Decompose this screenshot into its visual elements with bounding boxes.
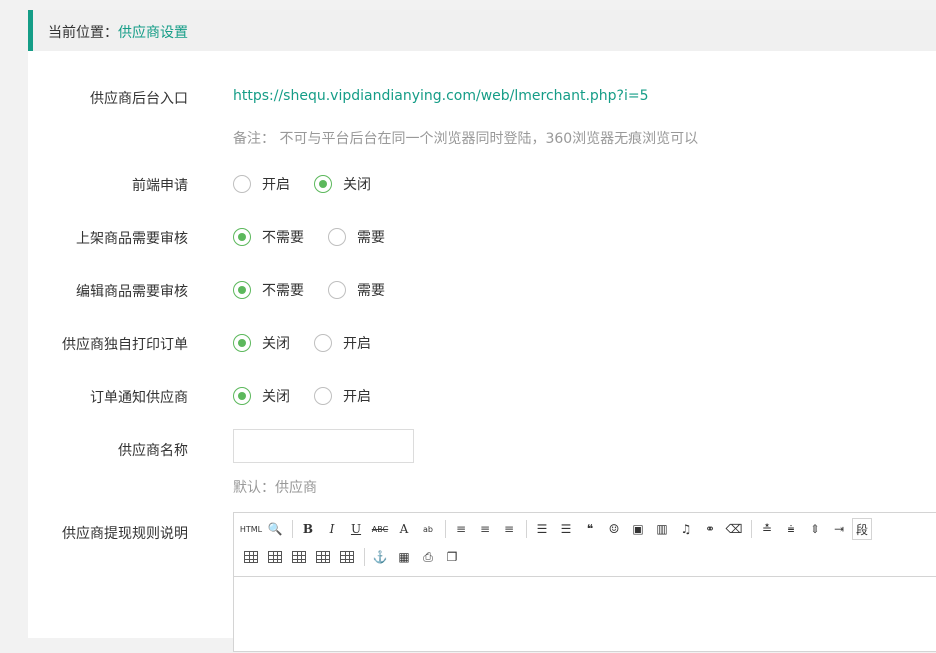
table-split-icon[interactable] bbox=[336, 546, 358, 568]
frontend-apply-radios: 开启 关闭 bbox=[233, 174, 395, 194]
toolbar-divider bbox=[526, 520, 527, 538]
table-row-icon[interactable] bbox=[264, 546, 286, 568]
independent-print-close[interactable]: 关闭 bbox=[233, 333, 290, 353]
radio-label: 需要 bbox=[357, 230, 385, 246]
listing-review-label: 上架商品需要审核 bbox=[76, 231, 188, 247]
radio-label: 关闭 bbox=[262, 389, 290, 405]
edit-review-label: 编辑商品需要审核 bbox=[76, 284, 188, 300]
line-height-icon[interactable]: ⇕ bbox=[804, 518, 826, 540]
settings-form: 供应商后台入口 https://shequ.vipdiandianying.co… bbox=[28, 51, 936, 652]
radio-circle-checked[interactable] bbox=[233, 387, 251, 405]
order-notify-label: 订单通知供应商 bbox=[90, 390, 188, 406]
editor-toolbar: HTML 🔍 B I U ABC A ab ≡ ≡ ≡ ☰ ☰ ❝ ☺ ▣ ▥ bbox=[234, 513, 936, 577]
edit-review-no[interactable]: 不需要 bbox=[233, 280, 304, 300]
radio-circle[interactable] bbox=[314, 387, 332, 405]
entry-note: 备注： 不可与平台后台在同一个浏览器同时登陆，360浏览器无痕浏览可以 bbox=[233, 131, 699, 147]
preview-doc-icon[interactable]: ❐ bbox=[441, 546, 463, 568]
paragraph-format-button[interactable]: 段 bbox=[852, 518, 872, 540]
table-insert-icon[interactable] bbox=[240, 546, 262, 568]
independent-print-open[interactable]: 开启 bbox=[314, 333, 371, 353]
rich-text-editor: HTML 🔍 B I U ABC A ab ≡ ≡ ≡ ☰ ☰ ❝ ☺ ▣ ▥ bbox=[233, 512, 936, 652]
radio-label: 不需要 bbox=[262, 283, 304, 299]
independent-print-radios: 关闭 开启 bbox=[233, 333, 395, 353]
radio-circle-checked[interactable] bbox=[233, 334, 251, 352]
italic-button[interactable]: I bbox=[321, 518, 343, 540]
highlight-button[interactable]: ab bbox=[417, 518, 439, 540]
order-notify-radios: 关闭 开启 bbox=[233, 386, 395, 406]
radio-circle-checked[interactable] bbox=[233, 281, 251, 299]
listing-review-no[interactable]: 不需要 bbox=[233, 227, 304, 247]
entry-url-link[interactable]: https://shequ.vipdiandianying.com/web/lm… bbox=[233, 88, 649, 104]
withdraw-rules-label: 供应商提现规则说明 bbox=[62, 526, 188, 542]
supplier-name-label: 供应商名称 bbox=[118, 443, 188, 459]
html-source-button[interactable]: HTML bbox=[240, 518, 262, 540]
supplier-name-hint: 默认：供应商 bbox=[233, 480, 317, 496]
eraser-icon[interactable]: ⌫ bbox=[723, 518, 745, 540]
link-icon[interactable]: ⚭ bbox=[699, 518, 721, 540]
radio-circle[interactable] bbox=[233, 175, 251, 193]
template-icon[interactable]: ▦ bbox=[393, 546, 415, 568]
radio-label: 开启 bbox=[343, 336, 371, 352]
edit-review-yes[interactable]: 需要 bbox=[328, 280, 385, 300]
music-icon[interactable]: ♫ bbox=[675, 518, 697, 540]
breadcrumb-prefix: 当前位置： bbox=[48, 25, 118, 41]
table-merge-icon[interactable] bbox=[312, 546, 334, 568]
radio-label: 需要 bbox=[357, 283, 385, 299]
toolbar-row-1: HTML 🔍 B I U ABC A ab ≡ ≡ ≡ ☰ ☰ ❝ ☺ ▣ ▥ bbox=[240, 517, 872, 541]
strikethrough-button[interactable]: ABC bbox=[369, 518, 391, 540]
independent-print-label: 供应商独自打印订单 bbox=[62, 337, 188, 353]
breadcrumb-current[interactable]: 供应商设置 bbox=[118, 25, 188, 41]
emoji-button[interactable]: ☺ bbox=[603, 518, 625, 540]
anchor-icon[interactable]: ⚓ bbox=[369, 546, 391, 568]
video-icon[interactable]: ▥ bbox=[651, 518, 673, 540]
listing-review-yes[interactable]: 需要 bbox=[328, 227, 385, 247]
radio-circle-checked[interactable] bbox=[233, 228, 251, 246]
editor-content-area[interactable] bbox=[234, 577, 936, 653]
align-right-icon[interactable]: ≡ bbox=[498, 518, 520, 540]
ordered-list-icon[interactable]: ☰ bbox=[531, 518, 553, 540]
toolbar-row-2: ⚓ ▦ ⎙ ❐ bbox=[240, 545, 465, 569]
preview-icon[interactable]: 🔍 bbox=[264, 518, 286, 540]
order-notify-close[interactable]: 关闭 bbox=[233, 386, 290, 406]
entry-label: 供应商后台入口 bbox=[90, 91, 188, 107]
blockquote-button[interactable]: ❝ bbox=[579, 518, 601, 540]
unordered-list-icon[interactable]: ☰ bbox=[555, 518, 577, 540]
underline-button[interactable]: U bbox=[345, 518, 367, 540]
indent-icon[interactable]: ⇥ bbox=[828, 518, 850, 540]
toolbar-divider bbox=[364, 548, 365, 566]
image-icon[interactable]: ▣ bbox=[627, 518, 649, 540]
radio-circle[interactable] bbox=[328, 228, 346, 246]
radio-label: 关闭 bbox=[262, 336, 290, 352]
toolbar-divider bbox=[292, 520, 293, 538]
radio-label: 开启 bbox=[343, 389, 371, 405]
radio-label: 开启 bbox=[262, 177, 290, 193]
table-col-icon[interactable] bbox=[288, 546, 310, 568]
edit-review-radios: 不需要 需要 bbox=[233, 280, 409, 300]
bold-button[interactable]: B bbox=[297, 518, 319, 540]
radio-circle-checked[interactable] bbox=[314, 175, 332, 193]
radio-circle[interactable] bbox=[328, 281, 346, 299]
order-notify-open[interactable]: 开启 bbox=[314, 386, 371, 406]
toolbar-divider bbox=[751, 520, 752, 538]
frontend-apply-close[interactable]: 关闭 bbox=[314, 174, 371, 194]
radio-label: 不需要 bbox=[262, 230, 304, 246]
align-center-icon[interactable]: ≡ bbox=[474, 518, 496, 540]
listing-review-radios: 不需要 需要 bbox=[233, 227, 409, 247]
breadcrumb: 当前位置：供应商设置 bbox=[48, 22, 188, 42]
row-spacing-icon[interactable]: ≛ bbox=[756, 518, 778, 540]
font-color-button[interactable]: A bbox=[393, 518, 415, 540]
align-left-icon[interactable]: ≡ bbox=[450, 518, 472, 540]
supplier-name-input[interactable] bbox=[233, 429, 414, 463]
radio-circle[interactable] bbox=[314, 334, 332, 352]
breadcrumb-bar: 当前位置：供应商设置 bbox=[28, 10, 936, 51]
toolbar-divider bbox=[445, 520, 446, 538]
frontend-apply-label: 前端申请 bbox=[132, 178, 188, 194]
print-icon[interactable]: ⎙ bbox=[417, 546, 439, 568]
frontend-apply-open[interactable]: 开启 bbox=[233, 174, 290, 194]
valign-icon[interactable]: ⩧ bbox=[780, 518, 802, 540]
radio-label: 关闭 bbox=[343, 177, 371, 193]
